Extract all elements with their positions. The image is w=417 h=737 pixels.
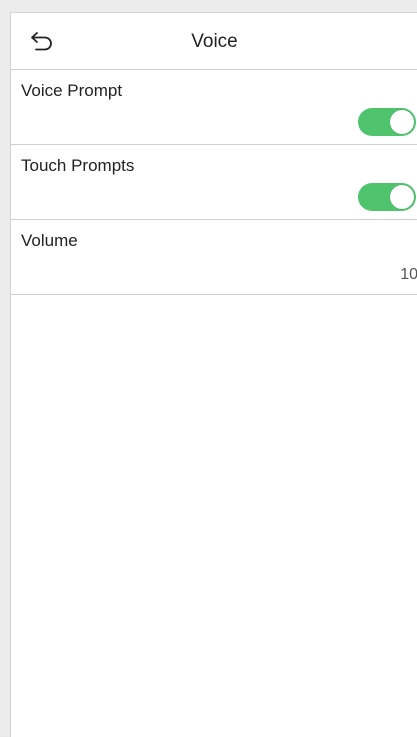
touch-prompts-label: Touch Prompts [21, 156, 135, 175]
volume-row[interactable]: Volume 10 [11, 220, 417, 295]
device-frame: Voice Voice Prompt Touch Prompts Volume … [0, 0, 417, 737]
voice-prompt-label: Voice Prompt [21, 81, 123, 100]
toggle-knob [390, 110, 414, 134]
voice-prompt-toggle[interactable] [358, 108, 416, 136]
empty-content-area [11, 295, 417, 735]
voice-prompt-row[interactable]: Voice Prompt [11, 70, 417, 145]
touch-prompts-row[interactable]: Touch Prompts [11, 145, 417, 220]
volume-label: Volume [21, 231, 78, 250]
toggle-knob [390, 185, 414, 209]
volume-value: 10 [400, 266, 417, 283]
header-bar: Voice [11, 13, 417, 70]
page-title: Voice [191, 31, 238, 52]
touch-prompts-toggle[interactable] [358, 183, 416, 211]
settings-screen: Voice Voice Prompt Touch Prompts Volume … [10, 12, 417, 737]
